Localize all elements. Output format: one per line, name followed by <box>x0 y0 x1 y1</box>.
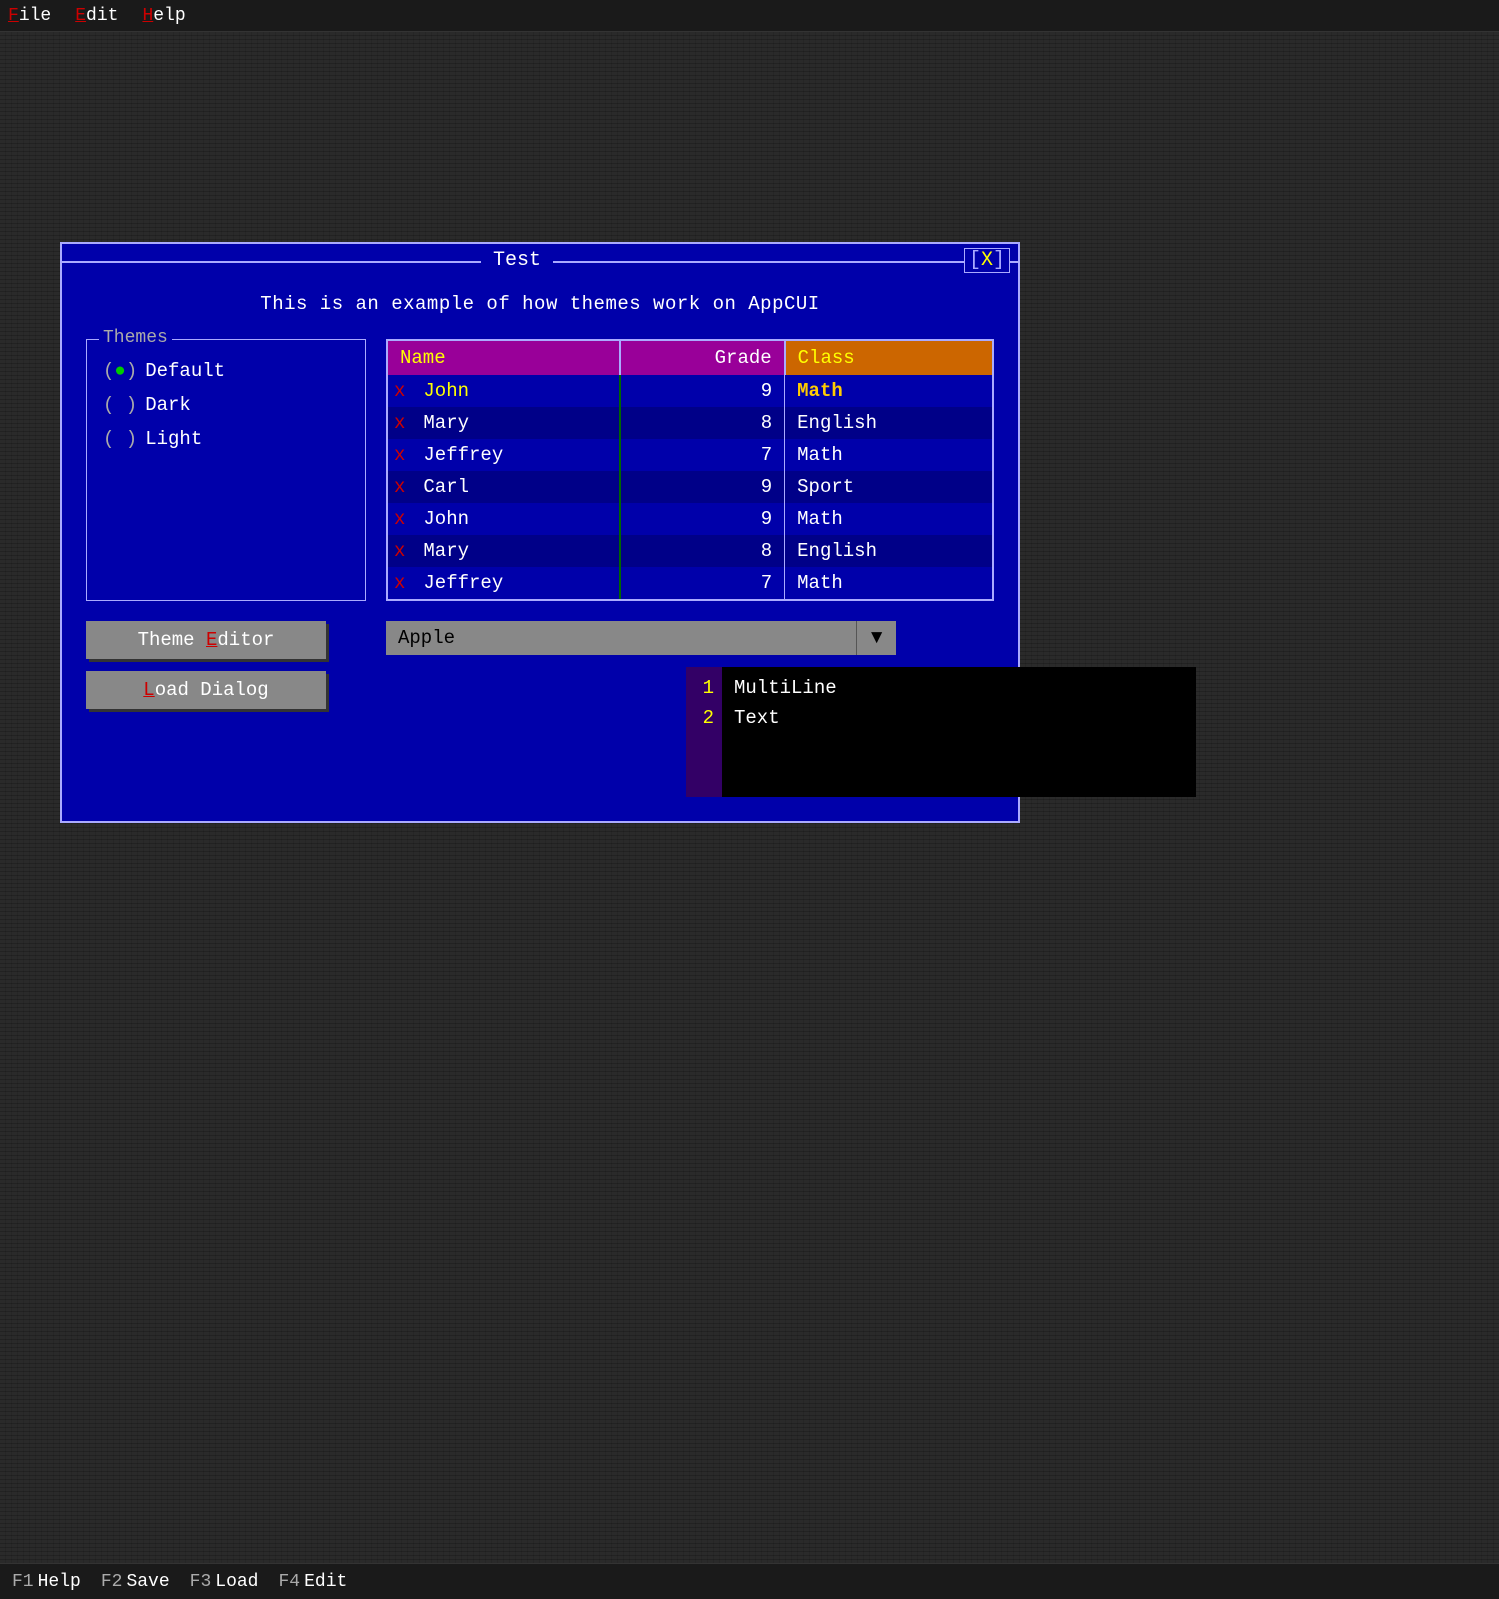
statusbar-f4: F4 Edit <box>278 1572 347 1592</box>
statusbar: F1 Help F2 Save F3 Load F4 Edit <box>0 1563 1499 1599</box>
class-cell: Math <box>785 439 992 471</box>
delete-icon[interactable]: x <box>388 567 411 599</box>
theme-dark[interactable]: ( ) Dark <box>103 394 349 416</box>
themes-panel: Themes (●) Default ( ) Dark ( ) Light <box>86 339 366 601</box>
dropdown-input[interactable] <box>386 621 856 655</box>
statusbar-f3: F3 Load <box>190 1572 259 1592</box>
name-cell: John <box>411 375 619 407</box>
delete-icon[interactable]: x <box>388 471 411 503</box>
load-dialog-button[interactable]: Load Dialog <box>86 671 326 709</box>
grade-cell: 8 <box>620 407 785 439</box>
name-cell: Carl <box>411 471 619 503</box>
name-cell: Jeffrey <box>411 567 619 599</box>
table-row: x Jeffrey 7 Math <box>388 567 992 599</box>
class-cell: English <box>785 407 992 439</box>
editor-content[interactable]: MultiLine Text <box>722 667 1196 797</box>
statusbar-f1: F1 Help <box>12 1572 81 1592</box>
f2-key: F2 <box>101 1572 123 1592</box>
left-buttons: Theme Editor Load Dialog <box>86 621 366 709</box>
themes-panel-title: Themes <box>99 328 172 348</box>
menu-edit[interactable]: Edit <box>75 6 118 26</box>
editor-line-1: MultiLine <box>734 673 1184 703</box>
name-cell: John <box>411 503 619 535</box>
class-cell: Math <box>785 503 992 535</box>
dialog-body: This is an example of how themes work on… <box>62 277 1018 821</box>
theme-default-label: Default <box>145 360 225 382</box>
f4-key: F4 <box>278 1572 300 1592</box>
dialog-close-button[interactable]: [X] <box>964 248 1010 273</box>
f1-key: F1 <box>12 1572 34 1592</box>
menu-help[interactable]: Help <box>142 6 185 26</box>
theme-light[interactable]: ( ) Light <box>103 428 349 450</box>
text-editor: 1 2 MultiLine Text <box>686 667 1196 797</box>
dropdown-wrapper: ▼ <box>386 621 896 655</box>
grade-cell: 9 <box>620 375 785 407</box>
delete-icon[interactable]: x <box>388 503 411 535</box>
radio-dark: ( ) <box>103 394 137 416</box>
menu-file[interactable]: File <box>8 6 51 26</box>
statusbar-f2: F2 Save <box>101 1572 170 1592</box>
name-cell: Jeffrey <box>411 439 619 471</box>
table-row: x Mary 8 English <box>388 407 992 439</box>
right-side: ▼ 1 2 MultiLine Text <box>386 621 1196 797</box>
class-cell: English <box>785 535 992 567</box>
data-table-container: Name Grade Class x John 9 Math <box>386 339 994 601</box>
dialog-columns: Themes (●) Default ( ) Dark ( ) Light <box>86 339 994 601</box>
grade-cell: 9 <box>620 471 785 503</box>
f4-label: Edit <box>304 1572 347 1592</box>
line-numbers: 1 2 <box>686 667 722 797</box>
theme-light-label: Light <box>145 428 202 450</box>
grade-cell: 7 <box>620 439 785 471</box>
editor-line-2: Text <box>734 703 1184 733</box>
delete-icon[interactable]: x <box>388 535 411 567</box>
line-number-2: 2 <box>694 703 714 733</box>
dropdown-arrow-button[interactable]: ▼ <box>856 621 896 655</box>
main-area: Test [X] This is an example of how theme… <box>0 32 1499 1563</box>
menubar: File Edit Help <box>0 0 1499 32</box>
dialog-title: Test <box>481 249 553 272</box>
delete-icon[interactable]: x <box>388 439 411 471</box>
table-row: x John 9 Math <box>388 503 992 535</box>
f3-key: F3 <box>190 1572 212 1592</box>
f2-label: Save <box>126 1572 169 1592</box>
radio-default: (●) <box>103 360 137 382</box>
table-row: x John 9 Math <box>388 375 992 407</box>
table-row: x Jeffrey 7 Math <box>388 439 992 471</box>
grade-cell: 9 <box>620 503 785 535</box>
table-row: x Mary 8 English <box>388 535 992 567</box>
radio-light: ( ) <box>103 428 137 450</box>
class-cell: Math <box>785 567 992 599</box>
delete-icon[interactable]: x <box>388 407 411 439</box>
dialog-titlebar: Test [X] <box>62 244 1018 277</box>
f1-label: Help <box>38 1572 81 1592</box>
bottom-section: Theme Editor Load Dialog ▼ <box>86 621 994 797</box>
table-row: x Carl 9 Sport <box>388 471 992 503</box>
theme-dark-label: Dark <box>145 394 191 416</box>
dropdown-container: ▼ <box>386 621 1196 655</box>
grade-cell: 7 <box>620 567 785 599</box>
col-name-header: Name <box>388 341 620 375</box>
theme-editor-button[interactable]: Theme Editor <box>86 621 326 659</box>
data-table: Name Grade Class x John 9 Math <box>388 341 992 599</box>
theme-default[interactable]: (●) Default <box>103 360 349 382</box>
dialog-subtitle: This is an example of how themes work on… <box>86 293 994 315</box>
f3-label: Load <box>215 1572 258 1592</box>
grade-cell: 8 <box>620 535 785 567</box>
line-number-1: 1 <box>694 673 714 703</box>
col-class-header: Class <box>785 341 992 375</box>
dialog-window: Test [X] This is an example of how theme… <box>60 242 1020 823</box>
class-cell: Sport <box>785 471 992 503</box>
class-cell: Math <box>785 375 992 407</box>
name-cell: Mary <box>411 535 619 567</box>
col-grade-header: Grade <box>620 341 785 375</box>
delete-icon[interactable]: x <box>388 375 411 407</box>
name-cell: Mary <box>411 407 619 439</box>
